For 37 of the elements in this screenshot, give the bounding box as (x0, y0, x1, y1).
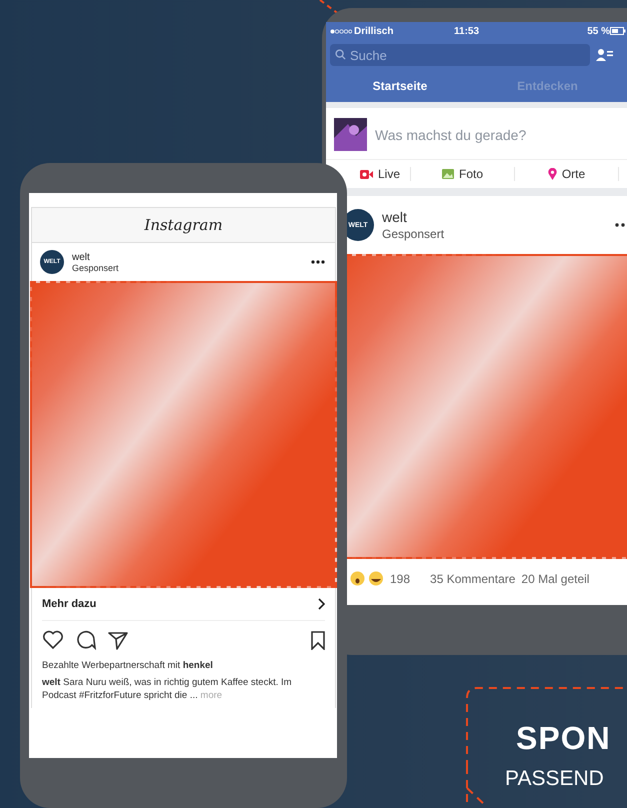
sponsored-label: Gesponsert (382, 227, 444, 241)
nav-tab[interactable]: Startseite (330, 79, 470, 93)
clock-time: 11:53 (454, 26, 480, 36)
search-icon (335, 49, 346, 60)
app-logo: Instagram (32, 208, 335, 243)
promo-title: SPON (516, 720, 611, 757)
comment-icon[interactable] (76, 630, 96, 650)
video-camera-icon (360, 170, 373, 178)
caption-text: welt Sara Nuru weiß, was in richtig gutem Kaffee steckt. Im Podcast #FritzforFuture spricht die ... more (42, 676, 293, 702)
share-count[interactable]: 20 Mal geteil (521, 572, 590, 586)
status-prompt[interactable]: Was machst du gerade? (375, 126, 526, 142)
more-icon[interactable] (311, 260, 325, 264)
heart-icon[interactable] (42, 630, 64, 650)
battery-icon (610, 27, 626, 35)
sponsored-label: Gesponsert (72, 262, 119, 272)
signal-icon (330, 28, 352, 34)
friends-icon[interactable] (596, 48, 614, 62)
photo-icon (442, 169, 454, 179)
search-field[interactable]: Suche (330, 44, 590, 66)
location-pin-icon (548, 168, 557, 180)
learn-more-link[interactable]: Mehr dazu (42, 588, 325, 621)
bookmark-icon[interactable] (311, 630, 325, 650)
author-name[interactable]: welt (72, 252, 119, 262)
action-button[interactable]: Foto (411, 167, 515, 181)
action-button[interactable]: Live (350, 167, 411, 181)
reaction-count[interactable]: 198 (390, 572, 410, 586)
promo-subtitle: PASSEND (505, 767, 604, 791)
author-name[interactable]: welt (382, 209, 444, 225)
send-icon[interactable] (108, 630, 128, 650)
action-button[interactable]: Orte (515, 167, 619, 181)
chevron-right-icon (318, 598, 325, 610)
reaction-emojis-icon (350, 571, 384, 586)
comment-count[interactable]: 35 Kommentare (430, 572, 516, 586)
carrier-name: Drillisch (354, 26, 394, 36)
battery-level: 55 % (587, 26, 610, 36)
more-icon[interactable] (615, 223, 627, 227)
partnership-text: Bezahlte Werbepartnerschaft mit henkel (42, 659, 214, 672)
